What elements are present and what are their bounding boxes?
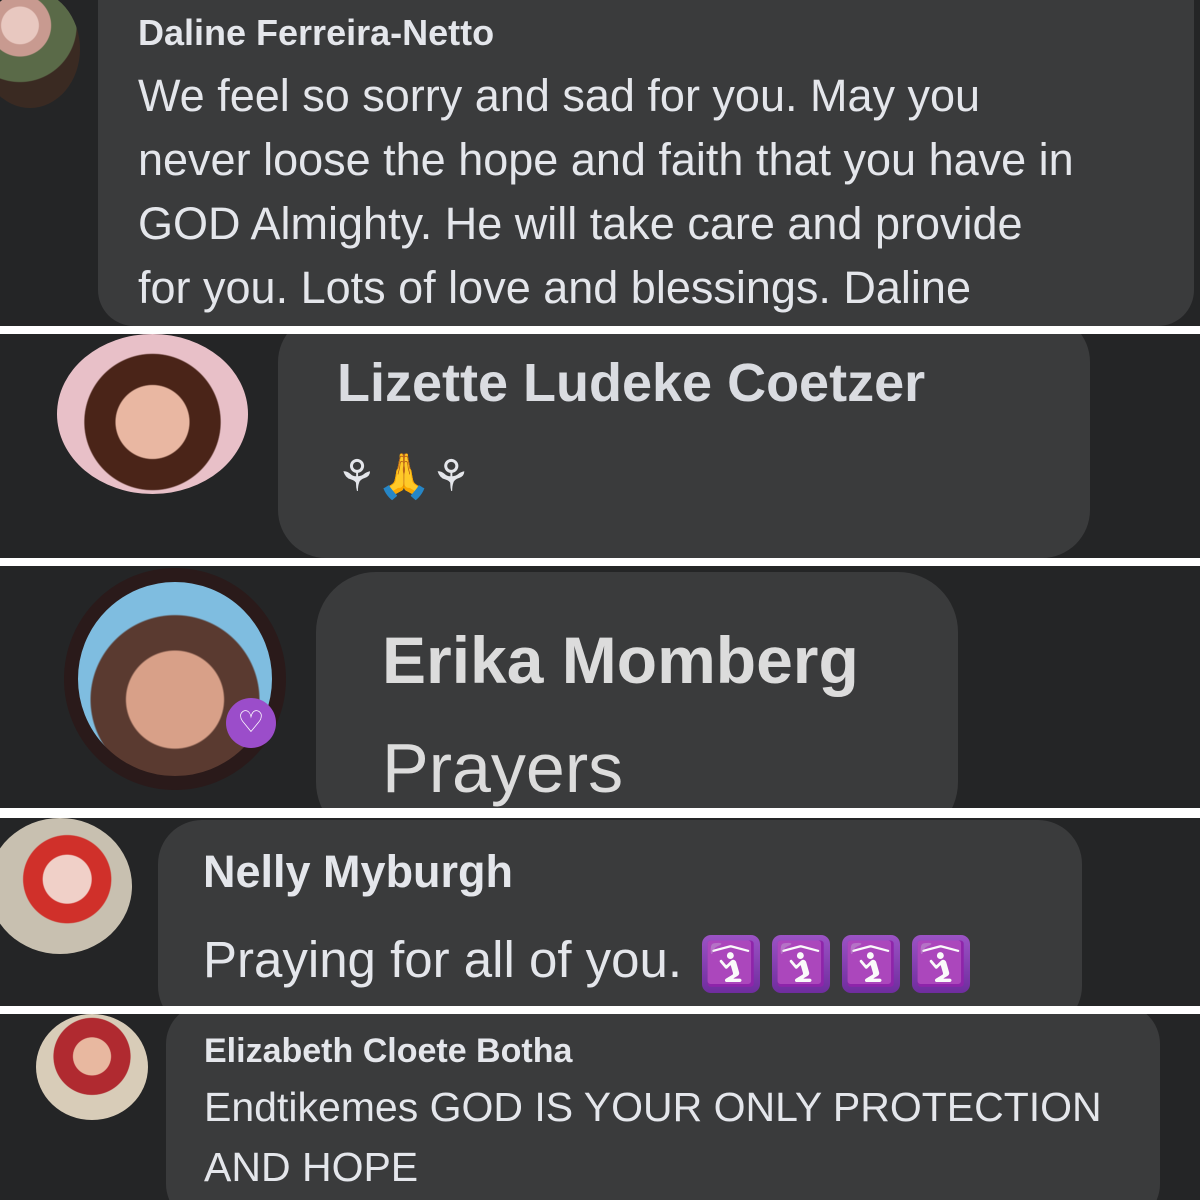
comment-emoji: ⚘🙏⚘ xyxy=(337,452,471,501)
place-of-worship-icon: 🛐 xyxy=(842,934,901,993)
comment-text-line: We feel so sorry and sad for you. May yo… xyxy=(138,70,981,121)
comment-text-line: for you. Lots of love and blessings. Dal… xyxy=(138,262,971,313)
comment-text-line: GOD Almighty. He will take care and prov… xyxy=(138,198,1023,249)
comment-text-line: Endtikemes GOD IS YOUR ONLY PROTECTION xyxy=(204,1084,1102,1130)
emoji-group: 🛐 🛐 🛐 🛐 xyxy=(682,931,971,993)
avatar[interactable] xyxy=(36,1014,148,1120)
comment-panel-1: Daline Ferreira-Netto We feel so sorry a… xyxy=(0,0,1200,326)
comment-author[interactable]: Nelly Myburgh xyxy=(203,846,513,898)
comment-text: Prayers xyxy=(382,729,624,807)
comment-panel-3: ♡ Erika Momberg Prayers xyxy=(0,566,1200,808)
avatar-frame xyxy=(64,568,286,790)
place-of-worship-icon: 🛐 xyxy=(702,934,761,993)
avatar[interactable] xyxy=(0,0,80,108)
comment-panel-4: Nelly Myburgh Praying for all of you. 🛐 🛐 🛐… xyxy=(0,818,1200,1006)
comment-author[interactable]: Lizette Ludeke Coetzer xyxy=(337,352,925,414)
comment-author[interactable]: Elizabeth Cloete Botha xyxy=(204,1032,572,1071)
heart-icon: ♡ xyxy=(226,698,276,748)
comment-author[interactable]: Daline Ferreira-Netto xyxy=(138,12,494,54)
comment-text: Praying for all of you. xyxy=(203,931,683,988)
place-of-worship-icon: 🛐 xyxy=(772,934,831,993)
comment-text-line: AND HOPE xyxy=(204,1144,419,1190)
comment-text-line: never loose the hope and faith that you … xyxy=(138,134,1074,185)
avatar[interactable] xyxy=(0,818,132,954)
comment-panel-5: Elizabeth Cloete Botha Endtikemes GOD IS… xyxy=(0,1014,1200,1200)
comment-text-row: Praying for all of you. 🛐 🛐 🛐 🛐 xyxy=(203,930,971,993)
avatar[interactable] xyxy=(57,334,248,494)
comment-author[interactable]: Erika Momberg xyxy=(382,622,859,698)
comment-panel-2: Lizette Ludeke Coetzer ⚘🙏⚘ xyxy=(0,334,1200,558)
place-of-worship-icon: 🛐 xyxy=(912,934,971,993)
